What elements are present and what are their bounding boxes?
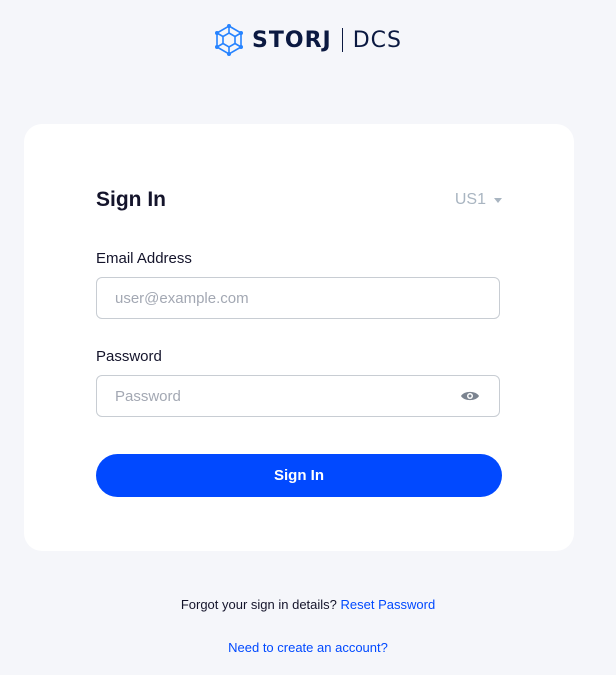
region-selector[interactable]: US1 xyxy=(455,191,502,209)
brand-name: STORJ xyxy=(252,27,332,53)
brand-logo: STORJ DCS xyxy=(0,24,616,56)
brand-divider xyxy=(341,28,343,52)
create-account-link[interactable]: Need to create an account? xyxy=(228,640,388,655)
eye-icon[interactable] xyxy=(460,388,480,404)
email-field[interactable] xyxy=(96,277,500,319)
signin-button[interactable]: Sign In xyxy=(96,454,502,497)
page-title: Sign In xyxy=(96,188,166,211)
forgot-prompt: Forgot your sign in details? xyxy=(180,597,337,612)
brand-product: DCS xyxy=(352,27,402,53)
password-field[interactable] xyxy=(96,375,500,417)
signin-card: Sign In US1 Email Address Password Sign … xyxy=(24,124,574,551)
email-label: Email Address xyxy=(96,250,192,267)
password-label: Password xyxy=(96,348,162,365)
reset-password-link[interactable]: Reset Password xyxy=(341,597,436,612)
create-account-row: Need to create an account? xyxy=(0,640,616,655)
storj-logo-icon xyxy=(215,24,244,56)
forgot-details-text: Forgot your sign in details? Reset Passw… xyxy=(0,597,616,612)
region-label: US1 xyxy=(454,191,486,208)
chevron-down-icon xyxy=(494,197,502,203)
